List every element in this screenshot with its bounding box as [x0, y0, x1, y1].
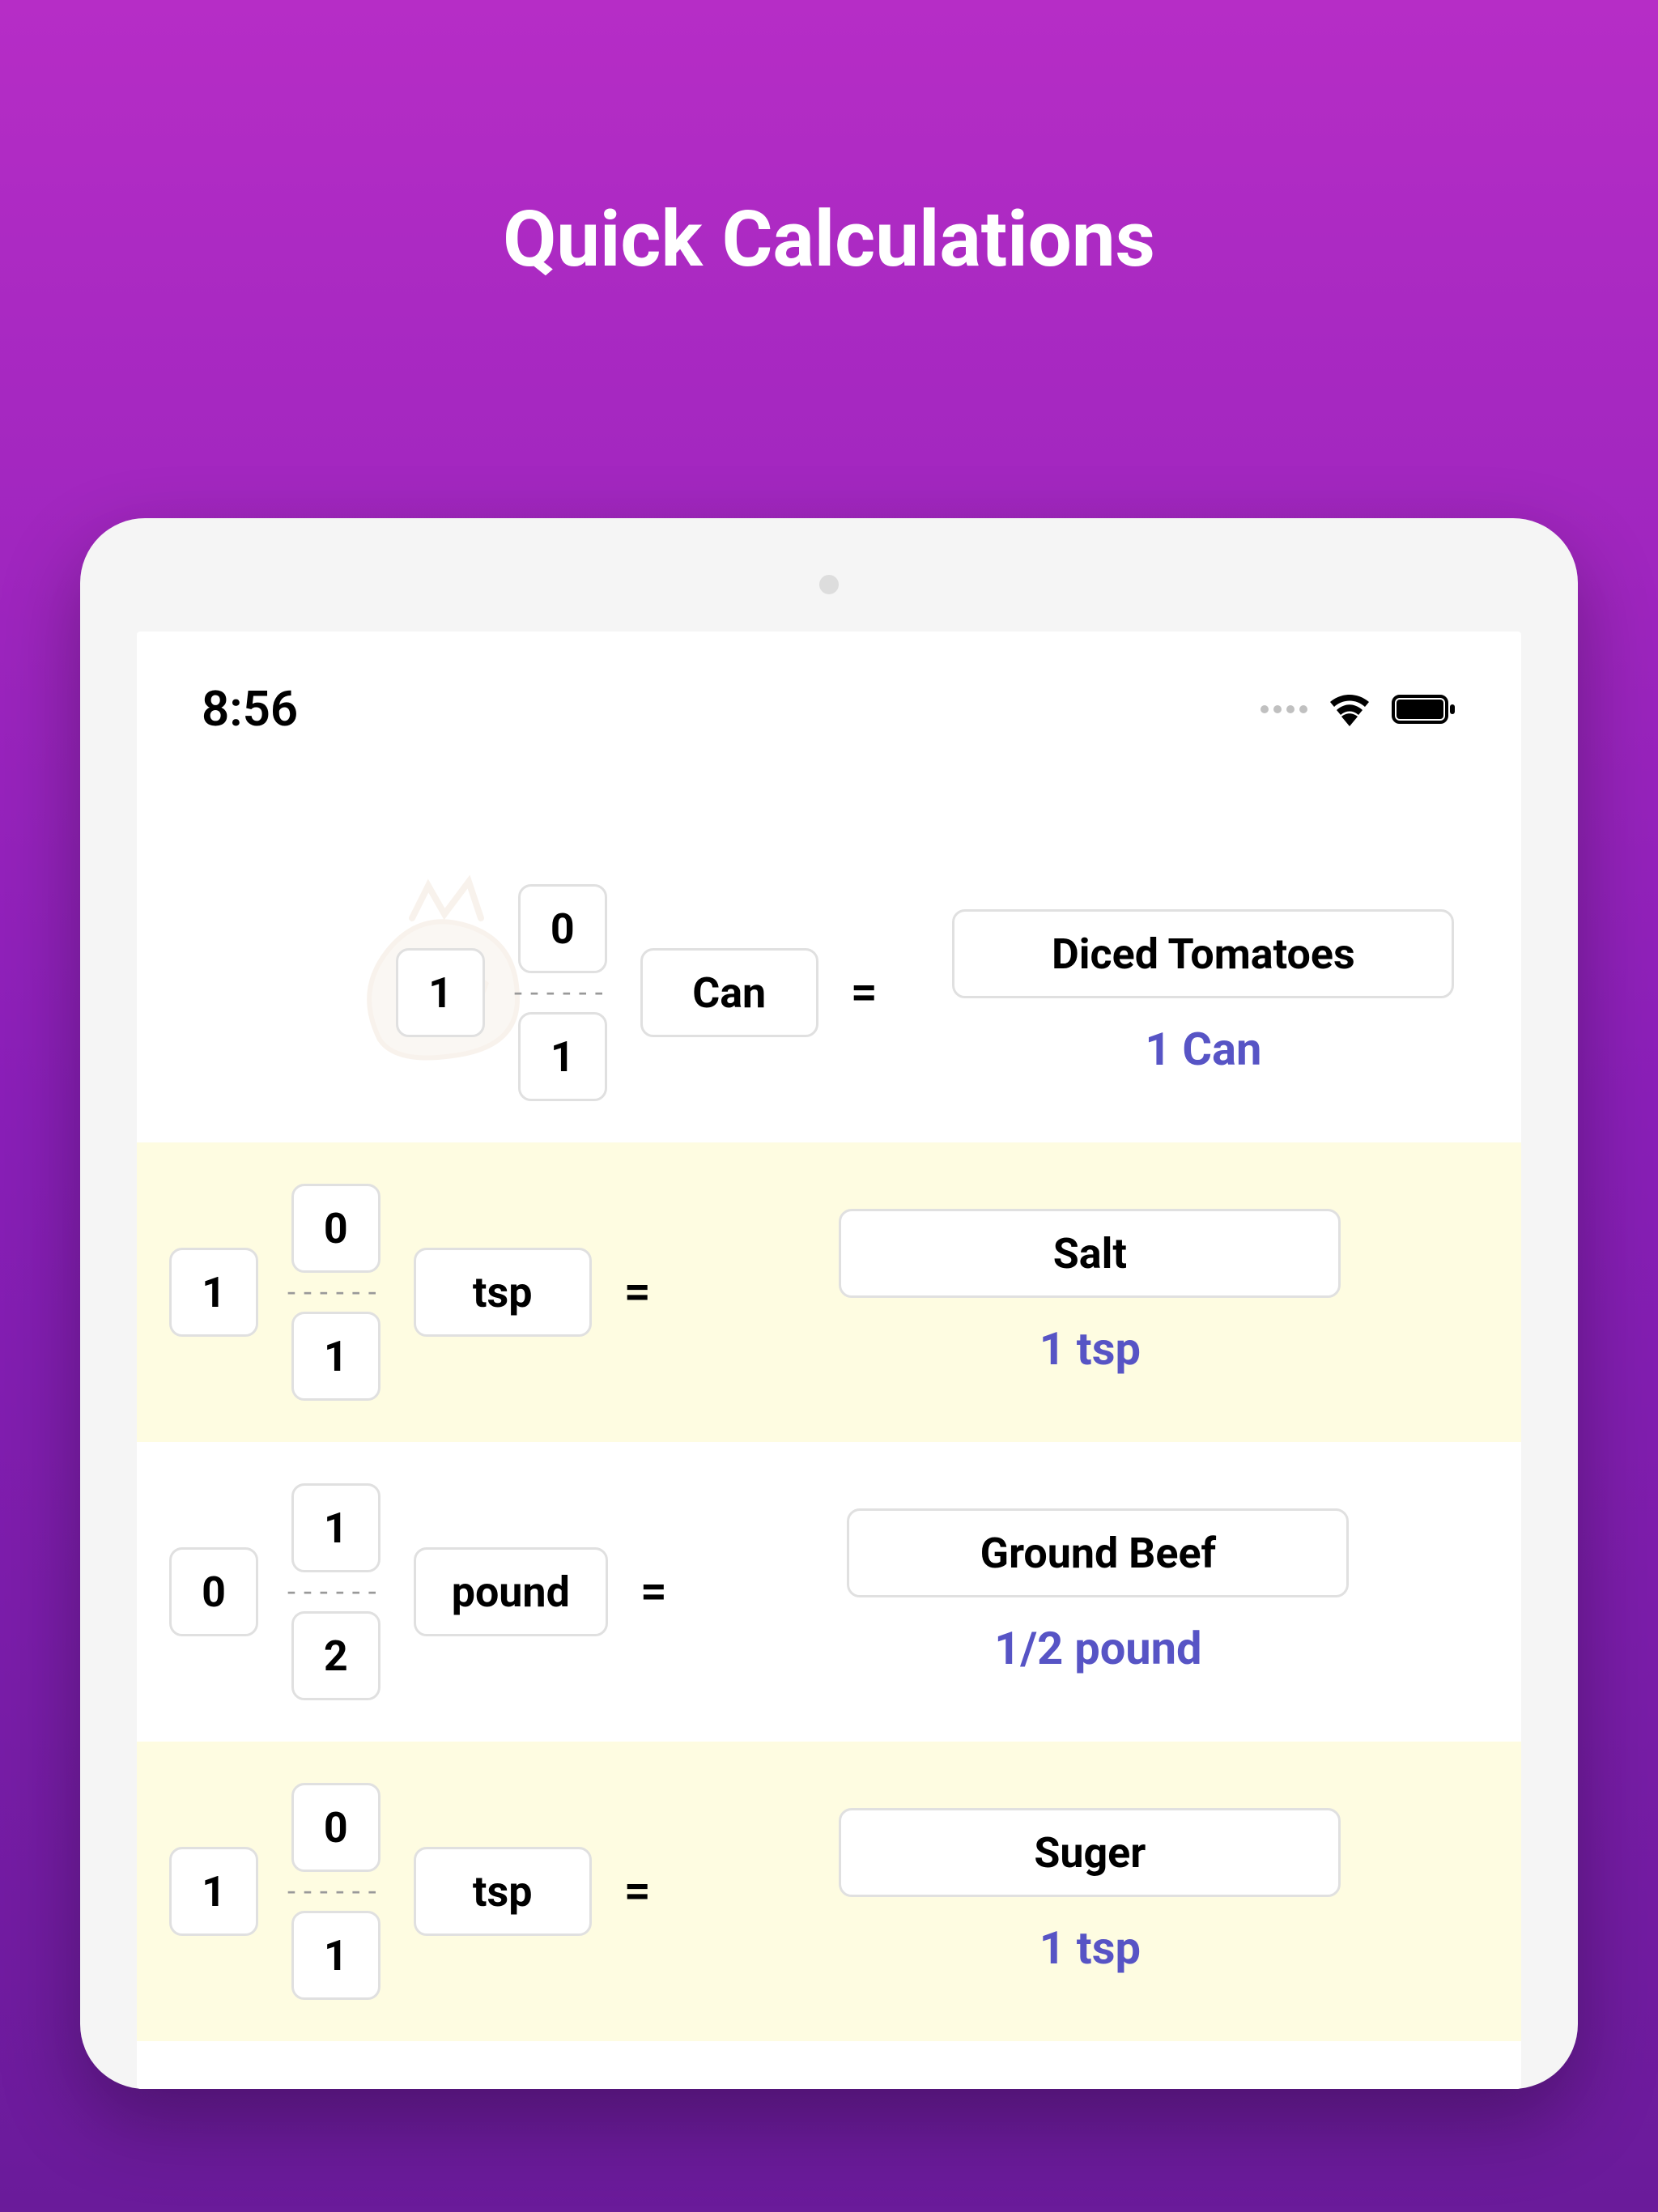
whole-input[interactable]: 1 [169, 1847, 258, 1936]
numerator-input[interactable]: 0 [518, 884, 607, 973]
denominator-input[interactable]: 1 [291, 1312, 380, 1401]
result-group: Ground Beef 1/2 pound [708, 1508, 1489, 1675]
tablet-camera [819, 575, 839, 594]
fraction-group: 0 ------ 1 [287, 1184, 385, 1401]
battery-icon [1392, 693, 1456, 725]
cellular-dots-icon [1261, 705, 1307, 713]
ingredient-input[interactable]: Suger [839, 1808, 1341, 1897]
equals-label: = [640, 1564, 667, 1619]
result-group: Suger 1 tsp [691, 1808, 1489, 1975]
unit-input[interactable]: pound [414, 1547, 608, 1636]
page-title: Quick Calculations [0, 0, 1658, 285]
denominator-input[interactable]: 1 [518, 1012, 607, 1101]
whole-input[interactable]: 0 [169, 1547, 258, 1636]
ingredient-input[interactable]: Diced Tomatoes [952, 909, 1454, 998]
status-right [1261, 692, 1456, 726]
ingredient-input[interactable]: Salt [839, 1209, 1341, 1298]
equals-label: = [624, 1265, 651, 1320]
result-value: 1/2 pound [994, 1622, 1201, 1675]
fraction-group: 0 ------ 1 [287, 1783, 385, 2000]
unit-input[interactable]: tsp [414, 1847, 592, 1936]
ingredient-input[interactable]: Ground Beef [847, 1508, 1349, 1597]
result-value: 1 Can [1145, 1023, 1261, 1076]
ingredient-row: 1 0 ------ 1 tsp = Suger 1 tsp [137, 1742, 1521, 2041]
ingredient-row: 0 1 ------ 2 pound = Ground Beef 1/2 pou… [137, 1442, 1521, 1742]
equals-label: = [624, 1864, 651, 1919]
fraction-divider: ------ [287, 1576, 385, 1608]
result-group: Salt 1 tsp [691, 1209, 1489, 1376]
unit-input[interactable]: tsp [414, 1248, 592, 1337]
numerator-input[interactable]: 1 [291, 1483, 380, 1572]
ingredient-row: 1 0 ------ 1 tsp = Salt 1 tsp [137, 1142, 1521, 1442]
fraction-divider: ------ [514, 976, 611, 1009]
ingredient-row: 1 0 ------ 1 Can = Diced Tomatoes 1 Can [137, 843, 1521, 1142]
fraction-group: 1 ------ 2 [287, 1483, 385, 1700]
denominator-input[interactable]: 2 [291, 1611, 380, 1700]
denominator-input[interactable]: 1 [291, 1911, 380, 2000]
numerator-input[interactable]: 0 [291, 1783, 380, 1872]
fraction-group: 0 ------ 1 [514, 884, 611, 1101]
whole-input[interactable]: 1 [396, 948, 485, 1037]
equals-label: = [851, 965, 878, 1020]
fraction-divider: ------ [287, 1875, 385, 1908]
numerator-input[interactable]: 0 [291, 1184, 380, 1273]
result-group: Diced Tomatoes 1 Can [918, 909, 1489, 1076]
wifi-icon [1327, 692, 1372, 726]
result-value: 1 tsp [1039, 1921, 1141, 1975]
status-time: 8:56 [202, 680, 298, 738]
whole-input[interactable]: 1 [169, 1248, 258, 1337]
tablet-frame: 8:56 [80, 518, 1578, 2089]
status-bar: 8:56 [137, 632, 1521, 762]
fraction-divider: ------ [287, 1276, 385, 1308]
ingredient-list: 1 0 ------ 1 Can = Diced Tomatoes 1 Can … [137, 762, 1521, 2041]
app-screen: 8:56 [137, 632, 1521, 2089]
result-value: 1 tsp [1039, 1322, 1141, 1376]
unit-input[interactable]: Can [640, 948, 818, 1037]
